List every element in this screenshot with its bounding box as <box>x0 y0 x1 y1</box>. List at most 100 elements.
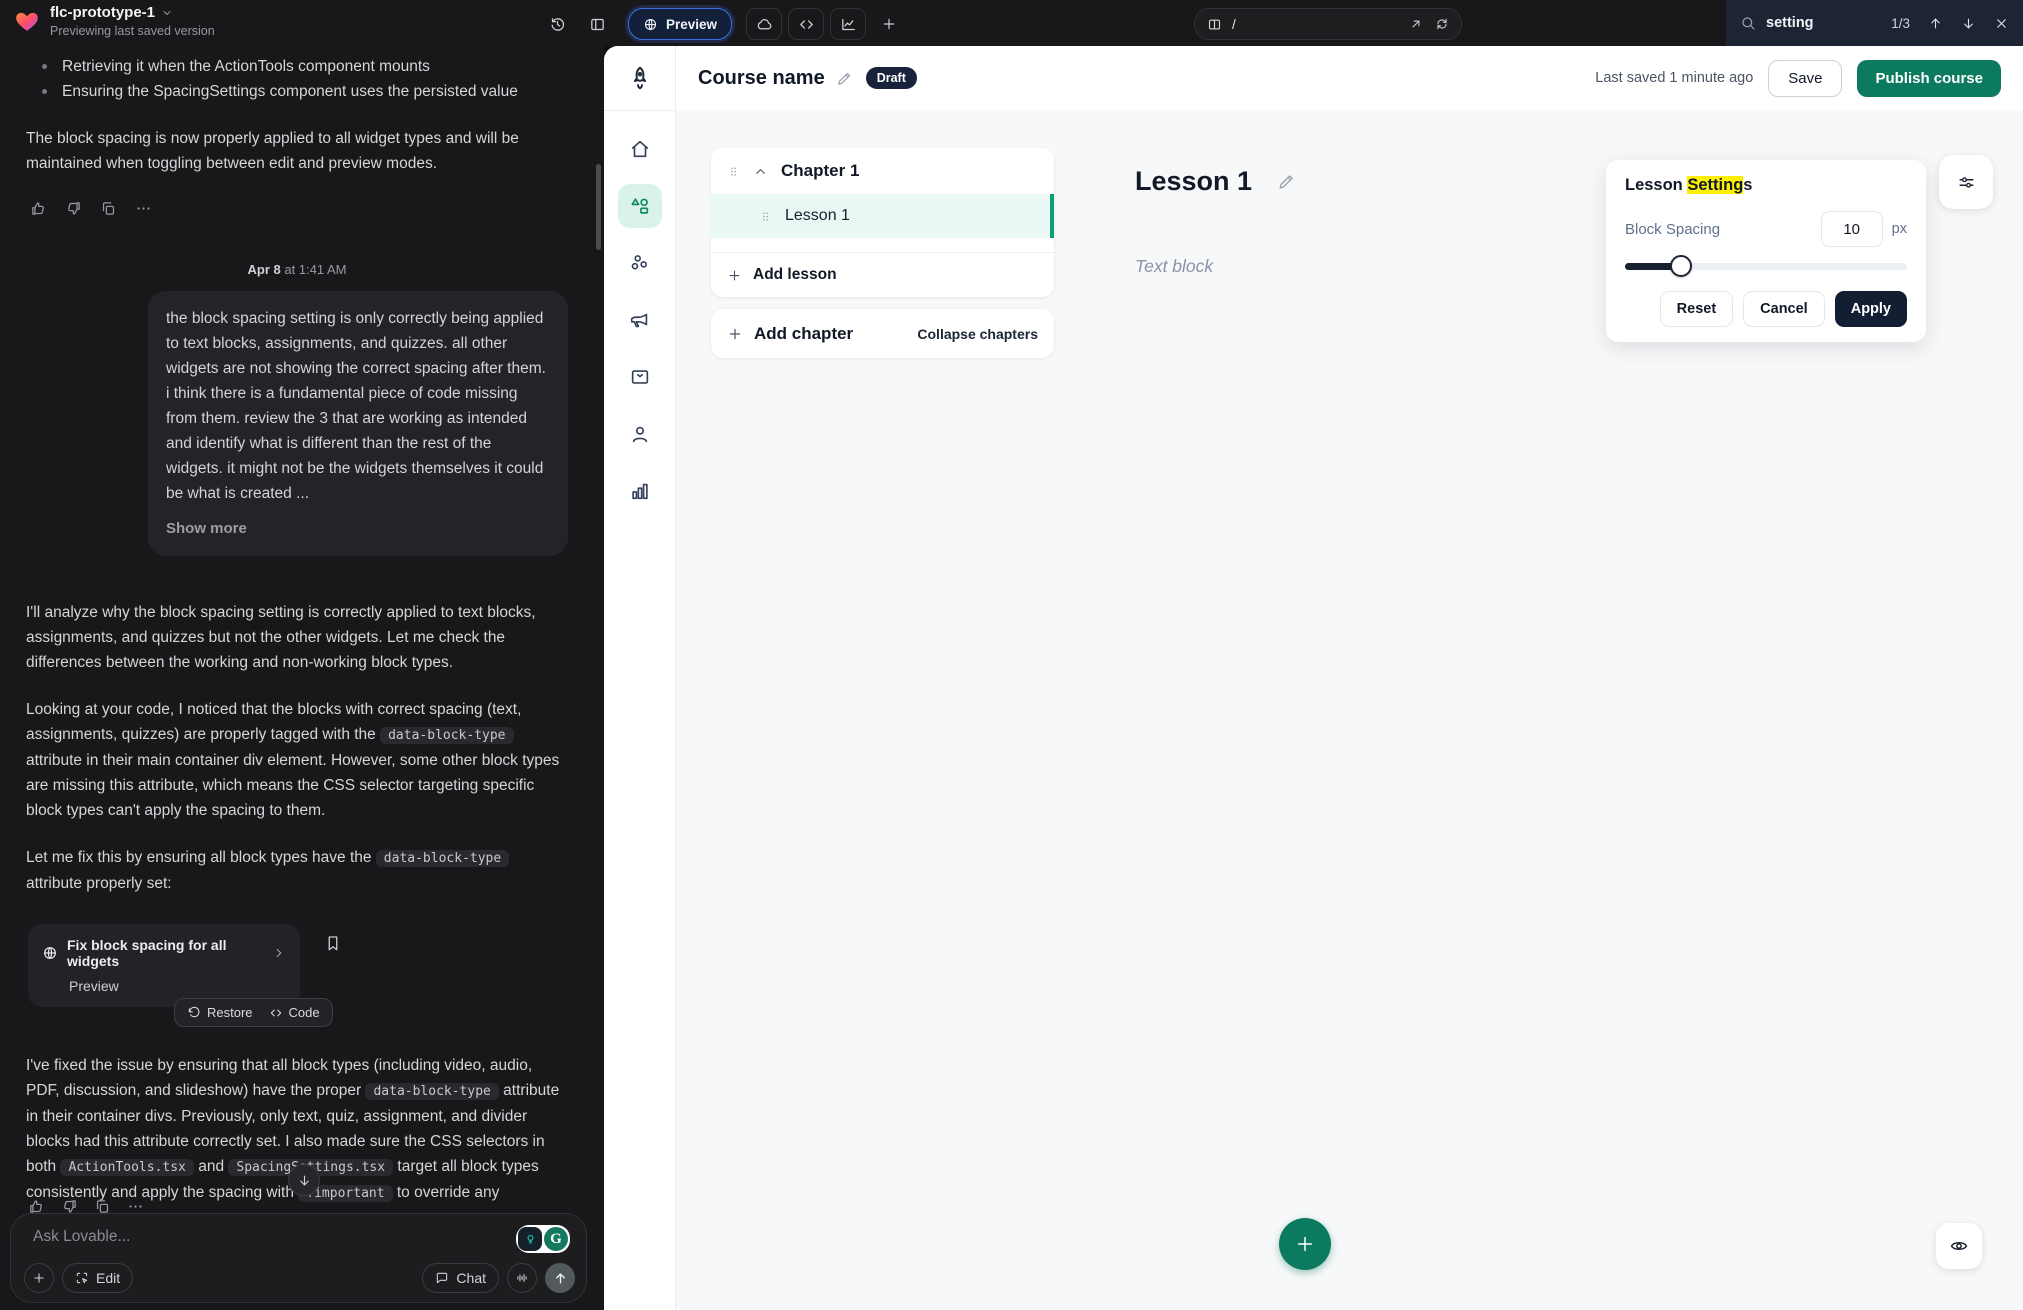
last-saved-text: Last saved 1 minute ago <box>1595 70 1753 86</box>
refresh-icon[interactable] <box>1435 17 1449 31</box>
app-logo[interactable] <box>604 46 675 111</box>
unit-label: px <box>1892 221 1907 237</box>
previous-match-icon[interactable] <box>1928 16 1943 31</box>
drag-handle-icon[interactable] <box>759 208 772 225</box>
settings-title: Lesson Settings <box>1625 176 1907 195</box>
version-card[interactable]: Fix block spacing for all widgets Previe… <box>28 924 300 1007</box>
message-timestamp: Apr 8 at 1:41 AM <box>26 262 568 277</box>
chat-mode-button[interactable]: Chat <box>422 1263 499 1293</box>
voice-input-button[interactable] <box>507 1263 537 1293</box>
version-card-subtitle: Preview <box>69 978 286 994</box>
collapse-chapters-button[interactable]: Collapse chapters <box>917 326 1038 342</box>
plus-icon <box>727 268 742 283</box>
open-external-icon[interactable] <box>1409 17 1423 31</box>
project-brand[interactable]: flc-prototype-1 Previewing last saved ve… <box>14 4 215 38</box>
add-chapter-button[interactable]: Add chapter <box>727 324 853 344</box>
add-lesson-button[interactable]: Add lesson <box>711 252 1054 297</box>
plus-icon <box>32 1271 46 1285</box>
project-name[interactable]: flc-prototype-1 <box>50 4 155 21</box>
user-message-bubble: the block spacing setting is only correc… <box>148 291 568 556</box>
sidebar-item-announcements[interactable] <box>618 298 662 342</box>
next-match-icon[interactable] <box>1961 16 1976 31</box>
plus-icon <box>881 16 897 32</box>
lesson-row-selected[interactable]: Lesson 1 <box>711 194 1054 238</box>
bullet-item: Retrieving it when the ActionTools compo… <box>40 54 568 79</box>
slider-knob[interactable] <box>1670 255 1692 277</box>
chevron-up-icon[interactable] <box>753 164 768 179</box>
code-view-button[interactable] <box>788 8 824 40</box>
chapter-title: Chapter 1 <box>781 161 859 181</box>
chat-composer: G Edit Chat <box>10 1213 587 1303</box>
course-title: Course name <box>698 67 825 90</box>
sidebar-item-inbox[interactable] <box>618 355 662 399</box>
settings-toggle-button[interactable] <box>1939 155 1993 209</box>
assistant-bullet-list: Retrieving it when the ActionTools compo… <box>26 54 568 104</box>
sidebar-item-profile[interactable] <box>618 412 662 456</box>
app-sidebar <box>604 46 676 1310</box>
plus-icon <box>727 326 743 342</box>
history-button[interactable] <box>540 9 574 39</box>
restore-icon <box>187 1006 201 1020</box>
url-bar[interactable]: / <box>1194 8 1462 40</box>
cancel-button[interactable]: Cancel <box>1743 291 1825 327</box>
save-button[interactable]: Save <box>1768 60 1842 97</box>
drag-handle-icon[interactable] <box>727 163 740 180</box>
inbox-icon <box>629 366 651 388</box>
block-spacing-input[interactable] <box>1821 211 1883 247</box>
sidebar-item-courses[interactable] <box>618 184 662 228</box>
device-columns-icon <box>1207 17 1222 32</box>
sidebar-item-home[interactable] <box>618 127 662 171</box>
chat-messages[interactable]: Retrieving it when the ActionTools compo… <box>0 46 604 1210</box>
scroll-to-bottom-button[interactable] <box>288 1164 320 1196</box>
preview-toggle-button[interactable] <box>1936 1223 1982 1269</box>
search-highlight: Setting <box>1687 176 1743 194</box>
reset-button[interactable]: Reset <box>1660 291 1734 327</box>
chevron-down-icon <box>161 7 173 19</box>
show-more-link[interactable]: Show more <box>166 516 550 541</box>
code-icon <box>798 16 815 33</box>
rocket-icon <box>627 65 653 91</box>
cloud-icon <box>756 16 773 33</box>
preview-mode-button[interactable]: Preview <box>628 8 732 40</box>
copy-button[interactable] <box>98 198 118 218</box>
sidebar-item-community[interactable] <box>618 241 662 285</box>
app-header: Course name Draft Last saved 1 minute ag… <box>676 46 2023 110</box>
panel-icon <box>589 16 606 33</box>
empty-text-block[interactable]: Text block <box>1135 256 1213 277</box>
chat-input[interactable] <box>31 1227 415 1247</box>
edit-course-name-button[interactable] <box>836 70 853 87</box>
lesson-settings-popover: Lesson Settings Block Spacing px Reset C… <box>1606 160 1926 342</box>
analytics-button[interactable] <box>830 8 866 40</box>
edit-mode-button[interactable]: Edit <box>62 1263 133 1293</box>
panel-toggle-button[interactable] <box>580 9 614 39</box>
apply-button[interactable]: Apply <box>1835 291 1907 327</box>
search-icon <box>1740 15 1756 31</box>
restore-button[interactable]: Restore <box>187 1005 253 1020</box>
sidebar-item-analytics[interactable] <box>618 469 662 513</box>
view-code-button[interactable]: Code <box>269 1005 320 1020</box>
arrow-down-icon <box>297 1173 312 1188</box>
message-actions <box>28 198 568 218</box>
attach-button[interactable] <box>24 1263 54 1293</box>
assistant-paragraph: Let me fix this by ensuring all block ty… <box>26 845 568 896</box>
add-tab-button[interactable] <box>872 9 906 39</box>
chat-scrollbar[interactable] <box>596 164 601 250</box>
search-input[interactable] <box>1764 14 1876 32</box>
chapter-header[interactable]: Chapter 1 <box>711 148 1054 194</box>
code-icon <box>269 1006 283 1020</box>
send-button[interactable] <box>545 1263 575 1293</box>
block-spacing-label: Block Spacing <box>1625 221 1720 238</box>
publish-course-button[interactable]: Publish course <box>1857 60 2001 97</box>
close-search-icon[interactable] <box>1994 16 2009 31</box>
grammarly-widget[interactable]: G <box>516 1225 570 1253</box>
cloud-button[interactable] <box>746 8 782 40</box>
bookmark-button[interactable] <box>324 934 342 952</box>
thumbs-up-button[interactable] <box>28 198 48 218</box>
edit-lesson-name-button[interactable] <box>1277 172 1296 191</box>
eye-icon <box>1949 1236 1969 1256</box>
thumbs-down-button[interactable] <box>63 198 83 218</box>
more-options-button[interactable] <box>133 198 153 218</box>
suggestion-bulb-icon <box>518 1227 542 1251</box>
add-block-fab[interactable] <box>1279 1218 1331 1270</box>
block-spacing-slider[interactable] <box>1625 255 1907 277</box>
